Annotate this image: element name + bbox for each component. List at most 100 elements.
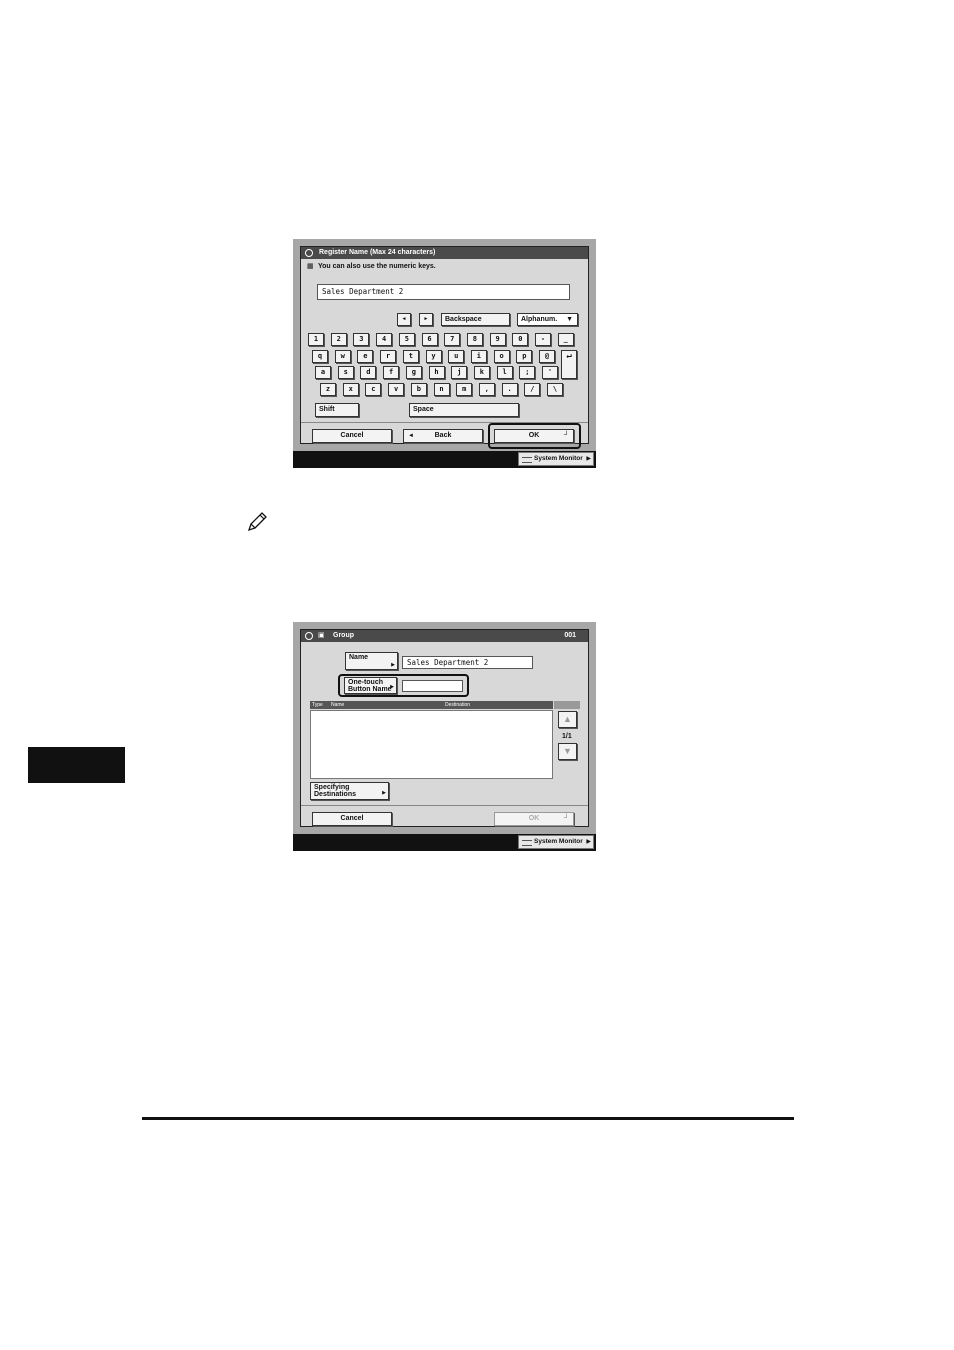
triangle-right-icon: ▶ — [586, 839, 591, 845]
key-row1-0[interactable]: 1 — [308, 333, 324, 346]
key-row1-10[interactable]: - — [535, 333, 551, 346]
enter-icon: ┘ — [564, 432, 569, 439]
key-row1-2[interactable]: 3 — [353, 333, 370, 346]
key-row4-0[interactable]: z — [320, 383, 336, 396]
group-name-field: Sales Department 2 — [402, 656, 533, 669]
key-row2-9[interactable]: p — [516, 350, 533, 363]
scroll-down-button[interactable]: ▼ — [558, 743, 577, 760]
system-monitor-button[interactable]: System Monitor ▶ — [518, 452, 594, 466]
group-frame: ▣ Group 001 Name ▶ Sales Department 2 On… — [300, 629, 589, 827]
section-rule — [142, 1117, 794, 1120]
key-row4-7[interactable]: , — [478, 383, 495, 396]
key-row2-10[interactable]: @ — [539, 350, 555, 363]
key-row4-8[interactable]: . — [501, 383, 518, 396]
key-row4-9[interactable]: / — [524, 383, 541, 396]
one-touch-name-field — [402, 680, 463, 692]
key-row1-3[interactable]: 4 — [376, 333, 393, 346]
pencil-note-icon — [247, 512, 267, 532]
space-key[interactable]: Space — [409, 403, 519, 417]
col-destination: Destination — [445, 702, 471, 708]
key-row2-7[interactable]: i — [470, 350, 487, 363]
status-bar: System Monitor ▶ — [293, 834, 596, 851]
cancel-button[interactable]: Cancel — [312, 812, 392, 826]
enter-icon: ↵ — [566, 351, 572, 361]
settings-icon — [305, 249, 313, 257]
scroll-up-button[interactable]: ▲ — [558, 711, 577, 728]
key-row1-1[interactable]: 2 — [330, 333, 347, 346]
triangle-up-icon: ▲ — [563, 714, 572, 724]
key-row2-3[interactable]: r — [380, 350, 397, 363]
name-button-label: Name — [349, 654, 369, 661]
register-title: Register Name (Max 24 characters) — [319, 249, 436, 256]
back-button[interactable]: ◄ Back — [403, 429, 483, 443]
key-row4-5[interactable]: n — [433, 383, 450, 396]
destination-list[interactable] — [310, 710, 553, 779]
key-row4-3[interactable]: v — [388, 383, 405, 396]
key-row1-5[interactable]: 6 — [421, 333, 438, 346]
key-row3-4[interactable]: g — [405, 366, 422, 379]
specifying-destinations-button[interactable]: Specifying Destinations ▶ — [310, 782, 389, 800]
key-row4-2[interactable]: c — [365, 383, 382, 396]
key-row2-1[interactable]: w — [334, 350, 351, 363]
col-name: Name — [331, 702, 345, 708]
key-row3-0[interactable]: a — [315, 366, 331, 379]
one-touch-label-line1: One-touch — [348, 679, 383, 686]
key-row2-4[interactable]: t — [402, 350, 419, 363]
key-row4-6[interactable]: m — [456, 383, 473, 396]
list-header: Type Name Destination — [310, 701, 553, 709]
hint-text: You can also use the numeric keys. — [318, 263, 436, 270]
key-row2-5[interactable]: y — [425, 350, 442, 363]
key-row3-7[interactable]: k — [473, 366, 490, 379]
one-touch-button-name-button[interactable]: One-touch Button Name ▶ — [344, 677, 397, 694]
key-row3-8[interactable]: l — [496, 366, 513, 379]
cursor-left-button[interactable]: ◄ — [397, 313, 411, 326]
register-name-frame: Register Name (Max 24 characters) ▦ You … — [300, 246, 589, 449]
key-row4-4[interactable]: b — [410, 383, 427, 396]
triangle-right-icon: ▶ — [382, 790, 386, 796]
ok-label: OK — [528, 432, 540, 439]
shift-key[interactable]: Shift — [315, 403, 359, 417]
backspace-button[interactable]: Backspace — [441, 313, 510, 326]
key-row1-11[interactable]: _ — [557, 333, 574, 346]
triangle-right-icon: ▶ — [390, 684, 394, 690]
enter-key[interactable]: ↵ — [561, 350, 577, 379]
key-row1-4[interactable]: 5 — [398, 333, 415, 346]
key-row2-0[interactable]: q — [312, 350, 328, 363]
mode-select[interactable]: Alphanum. ▼ — [517, 313, 578, 326]
key-row2-2[interactable]: e — [357, 350, 374, 363]
key-row3-10[interactable]: ' — [542, 366, 558, 379]
triangle-down-icon: ▼ — [563, 746, 572, 756]
key-row3-3[interactable]: f — [383, 366, 400, 379]
key-row2-8[interactable]: o — [493, 350, 510, 363]
key-row1-8[interactable]: 9 — [489, 333, 506, 346]
status-bar: System Monitor ▶ — [293, 451, 596, 468]
key-row3-6[interactable]: j — [451, 366, 468, 379]
back-label: Back — [434, 432, 452, 439]
key-row1-9[interactable]: 0 — [512, 333, 529, 346]
key-row3-1[interactable]: s — [337, 366, 354, 379]
register-title-bar: Register Name (Max 24 characters) — [301, 247, 588, 259]
key-row2-6[interactable]: u — [448, 350, 465, 363]
key-row1-6[interactable]: 7 — [444, 333, 461, 346]
triangle-right-icon: ▶ — [391, 662, 395, 668]
specifying-line2: Destinations — [314, 791, 357, 798]
ok-button[interactable]: OK ┘ — [494, 429, 574, 443]
chevron-down-icon: ▼ — [566, 316, 573, 323]
key-row4-1[interactable]: x — [342, 383, 359, 396]
cancel-button[interactable]: Cancel — [312, 429, 392, 443]
ok-label: OK — [528, 815, 540, 822]
group-title: Group — [333, 632, 354, 639]
one-touch-label-line2: Button Name — [348, 686, 392, 693]
key-row1-7[interactable]: 8 — [466, 333, 483, 346]
settings-icon — [305, 632, 313, 640]
key-row3-5[interactable]: h — [428, 366, 445, 379]
name-button[interactable]: Name ▶ — [345, 652, 398, 670]
monitor-icon — [522, 457, 532, 463]
key-row3-9[interactable]: ; — [519, 366, 536, 379]
ok-button-disabled: OK ┘ — [494, 812, 574, 826]
name-input[interactable]: Sales Department 2 — [317, 284, 570, 300]
key-row4-10[interactable]: \ — [547, 383, 563, 396]
system-monitor-button[interactable]: System Monitor ▶ — [518, 835, 594, 849]
key-row3-2[interactable]: d — [360, 366, 377, 379]
cursor-right-button[interactable]: ► — [419, 313, 433, 326]
